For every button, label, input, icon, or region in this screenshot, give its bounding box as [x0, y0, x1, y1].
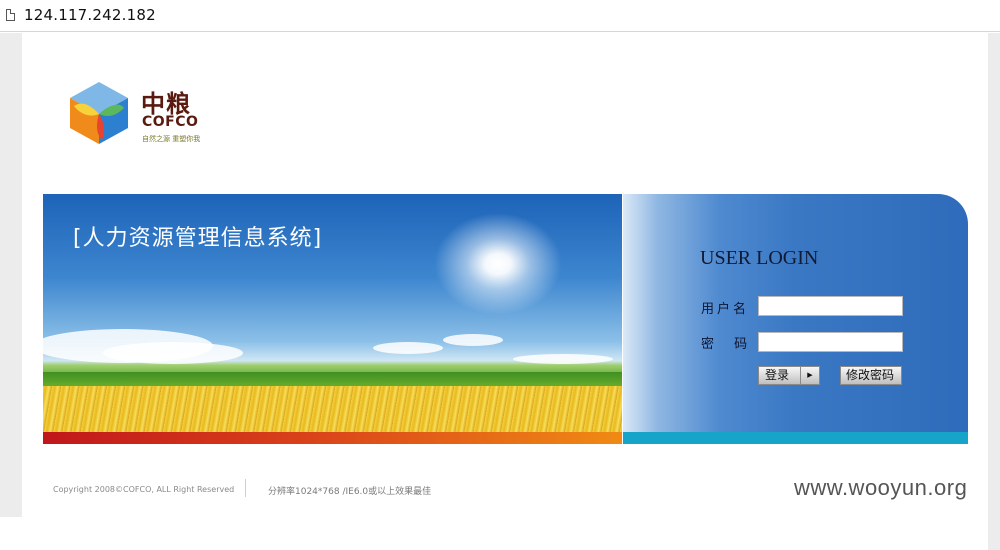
change-password-button-label: 修改密码: [846, 368, 895, 382]
cloud: [443, 334, 503, 346]
copyright-text: Copyright 2008©COFCO, ALL Right Reserved: [53, 485, 235, 494]
browser-address-bar[interactable]: 124.117.242.182: [0, 0, 1000, 32]
resolution-note: 分辨率1024*768 /IE6.0或以上效果最佳: [268, 487, 432, 497]
login-page: 中粮 COFCO 自然之源 重塑你我 [人力资源管理信息系统] USER LOG…: [22, 33, 988, 517]
watermark-text: www.wooyun.org: [794, 475, 968, 500]
cofco-cube-icon: [70, 82, 128, 144]
login-panel: USER LOGIN 用户名 密 码 登录 ▶ 修改密码: [623, 194, 968, 432]
logo-slogan: 自然之源 重塑你我: [142, 135, 201, 143]
arrow-right-icon: ▶: [800, 367, 819, 384]
sun-glow: [423, 204, 573, 324]
login-button-label: 登录: [765, 368, 790, 382]
cloud: [373, 342, 443, 354]
browser-viewport: 中粮 COFCO 自然之源 重塑你我 [人力资源管理信息系统] USER LOG…: [0, 33, 1000, 550]
cofco-logo: 中粮 COFCO 自然之源 重塑你我: [66, 80, 216, 150]
logo-name-en: COFCO: [142, 114, 199, 130]
cloud: [513, 354, 613, 364]
change-password-button[interactable]: 修改密码: [840, 366, 902, 385]
footer-divider: [245, 479, 246, 497]
login-button[interactable]: 登录 ▶: [758, 366, 820, 385]
accent-stripe-right: [623, 432, 968, 444]
system-title: [人力资源管理信息系统]: [73, 226, 323, 251]
accent-stripe-left: [43, 432, 622, 444]
password-label: 密 码: [701, 337, 756, 352]
username-input[interactable]: [758, 296, 903, 316]
login-heading: USER LOGIN: [700, 247, 819, 269]
username-label: 用户名: [701, 302, 750, 317]
page-icon: [6, 9, 15, 21]
cloud: [103, 342, 243, 364]
hero-banner: [人力资源管理信息系统]: [43, 194, 622, 432]
wheat-field: [43, 386, 622, 432]
password-input[interactable]: [758, 332, 903, 352]
url-text[interactable]: 124.117.242.182: [24, 6, 156, 24]
right-margin: [988, 66, 1000, 550]
